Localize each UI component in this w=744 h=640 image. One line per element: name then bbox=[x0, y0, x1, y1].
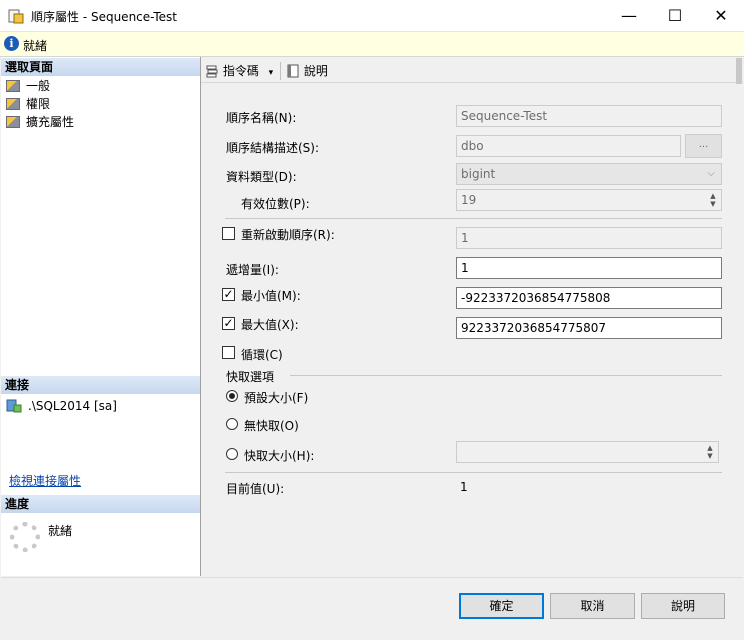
progress-header: 進度 bbox=[1, 495, 200, 513]
cycle-label: 循環(C) bbox=[241, 348, 283, 362]
help-book-icon bbox=[287, 64, 299, 78]
script-label: 指令碼 bbox=[222, 64, 259, 78]
script-button[interactable]: 指令碼 ▾ bbox=[205, 62, 273, 80]
cache-default-radio[interactable] bbox=[226, 390, 238, 402]
cache-default-label: 預設大小(F) bbox=[244, 391, 309, 405]
sequence-name-label: 順序名稱(N): bbox=[226, 111, 297, 125]
sequence-name-field[interactable]: Sequence-Test bbox=[456, 105, 722, 127]
help-button[interactable]: 說明 bbox=[641, 593, 725, 619]
max-value-field[interactable]: 9223372036854775807 bbox=[456, 317, 722, 339]
browse-schema-button[interactable]: ... bbox=[685, 134, 722, 158]
footer-divider bbox=[1, 577, 743, 578]
no-cache-radio[interactable] bbox=[226, 418, 238, 430]
status-bar bbox=[0, 32, 744, 57]
chevron-down-icon: ▾ bbox=[268, 68, 274, 78]
restart-checkbox[interactable] bbox=[222, 227, 235, 240]
view-connection-properties-link[interactable]: 檢視連接屬性 bbox=[9, 472, 81, 489]
close-button[interactable]: ✕ bbox=[698, 0, 744, 31]
separator bbox=[225, 472, 722, 473]
page-item-label: 擴充屬性 bbox=[26, 115, 75, 129]
page-icon bbox=[6, 80, 20, 92]
maximize-button[interactable]: ☐ bbox=[652, 0, 698, 31]
select-page-header: 選取頁面 bbox=[1, 58, 200, 76]
cache-options-label: 快取選項 bbox=[226, 370, 275, 384]
cache-size-stepper[interactable]: ▲ ▼ bbox=[456, 441, 719, 463]
min-value-field[interactable]: -9223372036854775808 bbox=[456, 287, 722, 309]
page-icon bbox=[6, 98, 20, 110]
increment-field[interactable]: 1 bbox=[456, 257, 722, 279]
page-item-label: 一般 bbox=[26, 79, 51, 93]
chevron-down-icon: ⌵ bbox=[707, 168, 715, 179]
separator bbox=[225, 218, 722, 219]
server-icon bbox=[6, 399, 22, 413]
progress-status: 就緒 bbox=[48, 524, 73, 538]
page-item-permissions[interactable]: 權限 bbox=[6, 95, 50, 113]
help-toolbar-label: 說明 bbox=[303, 64, 328, 78]
current-value-label: 目前值(U): bbox=[226, 482, 285, 496]
help-toolbar-button[interactable]: 說明 bbox=[286, 62, 328, 80]
page-item-extended-properties[interactable]: 擴充屬性 bbox=[6, 113, 74, 131]
no-cache-label: 無快取(O) bbox=[244, 419, 299, 433]
precision-label: 有效位數(P): bbox=[241, 197, 310, 211]
precision-value: 19 bbox=[461, 193, 477, 207]
status-text: 就緒 bbox=[23, 39, 48, 53]
spinner-arrows-icon[interactable]: ▲ ▼ bbox=[707, 192, 719, 208]
connection-header: 連接 bbox=[1, 376, 200, 394]
window-title: 順序屬性 - Sequence-Test bbox=[31, 10, 178, 24]
cache-size-label: 快取大小(H): bbox=[244, 449, 315, 463]
min-value-checkbox[interactable]: ✓ bbox=[222, 288, 235, 301]
max-value-checkbox[interactable]: ✓ bbox=[222, 317, 235, 330]
toolbar bbox=[201, 57, 743, 83]
script-icon bbox=[206, 65, 218, 78]
restart-value-field[interactable]: 1 bbox=[456, 227, 722, 249]
increment-label: 遞增量(I): bbox=[226, 263, 279, 277]
schema-label: 順序結構描述(S): bbox=[226, 141, 320, 155]
info-icon: i bbox=[4, 36, 19, 51]
data-type-value: bigint bbox=[461, 167, 496, 181]
data-type-label: 資料類型(D): bbox=[226, 170, 297, 184]
restart-label: 重新啟動順序(R): bbox=[241, 228, 335, 242]
page-item-label: 權限 bbox=[26, 97, 51, 111]
cancel-button[interactable]: 取消 bbox=[550, 593, 635, 619]
schema-field[interactable]: dbo bbox=[456, 135, 681, 157]
server-connection: .\SQL2014 [sa] bbox=[28, 399, 117, 413]
ok-button[interactable]: 確定 bbox=[459, 593, 544, 619]
minimize-button[interactable]: — bbox=[606, 0, 652, 31]
cycle-checkbox[interactable] bbox=[222, 346, 235, 359]
current-value: 1 bbox=[460, 480, 468, 494]
page-icon bbox=[6, 116, 20, 128]
sequence-properties-app-icon bbox=[8, 9, 24, 24]
max-value-label: 最大值(X): bbox=[241, 318, 299, 332]
min-value-label: 最小值(M): bbox=[241, 289, 301, 303]
separator bbox=[290, 375, 722, 376]
precision-stepper[interactable]: 19 ▲ ▼ bbox=[456, 189, 722, 211]
scrollbar-thumb[interactable] bbox=[736, 58, 742, 84]
cache-size-radio[interactable] bbox=[226, 448, 238, 460]
toolbar-separator bbox=[280, 62, 281, 80]
data-type-select[interactable]: bigint ⌵ bbox=[456, 163, 722, 185]
spinner-arrows-icon[interactable]: ▲ ▼ bbox=[704, 444, 716, 460]
progress-spinner-icon bbox=[10, 522, 40, 552]
page-item-general[interactable]: 一般 bbox=[6, 77, 50, 95]
